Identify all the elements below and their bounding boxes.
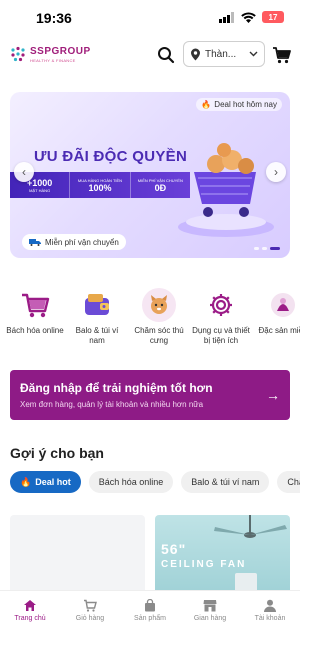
specialty-icon — [266, 288, 300, 322]
product-card[interactable] — [10, 515, 145, 595]
cart-icon — [273, 47, 291, 64]
location-pin-icon — [191, 48, 200, 60]
cart-icon — [84, 599, 97, 612]
promo-strip: +1000 MẶT HÀNG MUA HÀNG HOÀN TIỀN 100% M… — [10, 172, 190, 198]
pagination-dot[interactable] — [262, 247, 267, 250]
banner-pagination — [254, 247, 280, 250]
banner-prev-button[interactable]: ‹ — [14, 162, 34, 182]
login-prompt-card[interactable]: Đăng nhập để trải nghiệm tốt hơn Xem đơn… — [10, 370, 290, 420]
nav-products[interactable]: Sản phẩm — [120, 591, 180, 649]
nav-label: Sản phẩm — [134, 615, 166, 622]
logo-mark-icon — [11, 46, 25, 62]
fan-title: CEILING FAN — [161, 559, 247, 570]
pet-icon — [142, 288, 176, 322]
nav-label: Giỏ hàng — [75, 615, 105, 622]
promo-banner[interactable]: 🔥 Deal hot hôm nay ƯU ĐÃI ĐỘC QUYỀN +100… — [10, 92, 290, 258]
basket-icon — [18, 288, 52, 322]
wifi-icon — [241, 11, 256, 23]
deal-hot-pill[interactable]: 🔥 Deal hot hôm nay — [196, 98, 282, 111]
wallet-icon — [80, 288, 114, 322]
chip-bags[interactable]: Balo & túi ví nam — [181, 471, 270, 493]
location-select[interactable]: Thàn... — [183, 41, 265, 67]
category-item-specialty[interactable]: Đặc sản miền — [252, 288, 300, 350]
chip-label: Bách hóa online — [98, 477, 164, 487]
logo-name: SSPGROUP — [30, 46, 91, 57]
nav-cart[interactable]: Giỏ hàng — [60, 591, 120, 649]
category-label: Đặc sản miền — [258, 326, 300, 335]
category-item-grocery[interactable]: Bách hóa online — [4, 288, 66, 350]
nav-home[interactable]: Trang chủ — [0, 591, 60, 649]
search-icon — [158, 47, 175, 64]
fire-icon: 🔥 — [20, 476, 32, 487]
category-item-tools[interactable]: Dụng cụ và thiết bị tiện ích — [190, 288, 252, 350]
promo-item-refund: MUA HÀNG HOÀN TIỀN 100% — [70, 172, 131, 198]
chevron-right-icon: › — [274, 165, 278, 179]
bottom-navigation: Trang chủ Giỏ hàng Sản phẩm Gian hàng Tà… — [0, 590, 300, 649]
free-shipping-label: Miễn phí vận chuyển — [45, 237, 119, 247]
fire-icon: 🔥 — [201, 100, 212, 109]
pagination-dot-active[interactable] — [270, 247, 280, 250]
chip-more[interactable]: Chă — [277, 471, 300, 493]
nav-account[interactable]: Tài khoản — [240, 591, 300, 649]
status-bar: 19:36 17 — [0, 0, 300, 36]
location-value: Thàn... — [205, 48, 237, 60]
product-card[interactable]: 56" CEILING FAN — [155, 515, 290, 595]
category-label: Balo & túi ví nam — [75, 326, 119, 345]
promo-value: 100% — [88, 182, 112, 193]
home-icon — [24, 600, 36, 611]
deal-hot-label: Deal hot hôm nay — [214, 100, 277, 109]
status-time: 19:36 — [36, 10, 72, 26]
chip-grocery[interactable]: Bách hóa online — [88, 471, 174, 493]
pagination-dot[interactable] — [254, 247, 259, 250]
chevron-down-icon — [249, 51, 258, 57]
free-shipping-chip: Miễn phí vận chuyển — [22, 234, 126, 250]
category-item-pets[interactable]: Chăm sóc thú cưng — [128, 288, 190, 350]
status-icons: 17 — [219, 11, 284, 23]
suggestion-filter-chips: 🔥 Deal hot Bách hóa online Balo & túi ví… — [10, 471, 300, 495]
nav-label: Gian hàng — [193, 615, 227, 622]
chip-label: Balo & túi ví nam — [191, 477, 260, 487]
app-header: SSPGROUP HEALTHY & FINANCE Thàn... — [0, 36, 300, 74]
banner-title: ƯU ĐÃI ĐỘC QUYỀN — [34, 148, 188, 165]
category-item-bags[interactable]: Balo & túi ví nam — [66, 288, 128, 350]
bag-icon — [145, 599, 155, 612]
banner-next-button[interactable]: › — [266, 162, 286, 182]
fan-size: 56" — [161, 541, 187, 557]
header-cart-button[interactable] — [272, 45, 292, 65]
category-label: Chăm sóc thú cưng — [134, 326, 184, 345]
search-button[interactable] — [156, 45, 176, 65]
nav-label: Trang chủ — [14, 615, 46, 622]
arrow-right-icon: → — [266, 387, 280, 403]
suggestions-title: Gợi ý cho bạn — [10, 445, 104, 461]
chevron-left-icon: ‹ — [22, 165, 26, 179]
login-title: Đăng nhập để trải nghiệm tốt hơn — [20, 381, 213, 395]
chip-deal-hot[interactable]: 🔥 Deal hot — [10, 471, 81, 493]
brand-logo[interactable]: SSPGROUP HEALTHY & FINANCE — [10, 44, 102, 66]
shopping-cart-illustration — [178, 143, 274, 237]
user-icon — [264, 599, 276, 612]
gear-icon — [204, 288, 238, 322]
truck-icon — [29, 239, 41, 246]
nav-label: Tài khoản — [254, 615, 286, 622]
promo-caption: MẶT HÀNG — [29, 187, 51, 193]
category-carousel: Bách hóa online Balo & túi ví nam Chăm s… — [0, 288, 300, 350]
logo-tagline: HEALTHY & FINANCE — [30, 58, 76, 63]
store-icon — [203, 600, 217, 612]
category-label: Bách hóa online — [6, 326, 64, 335]
chip-label: Chă — [287, 477, 300, 487]
nav-stores[interactable]: Gian hàng — [180, 591, 240, 649]
chip-label: Deal hot — [35, 477, 71, 487]
signal-icon — [219, 11, 234, 23]
login-subtitle: Xem đơn hàng, quản lý tài khoản và nhiều… — [20, 400, 204, 409]
battery-indicator: 17 — [262, 11, 284, 23]
category-label: Dụng cụ và thiết bị tiện ích — [192, 326, 250, 345]
